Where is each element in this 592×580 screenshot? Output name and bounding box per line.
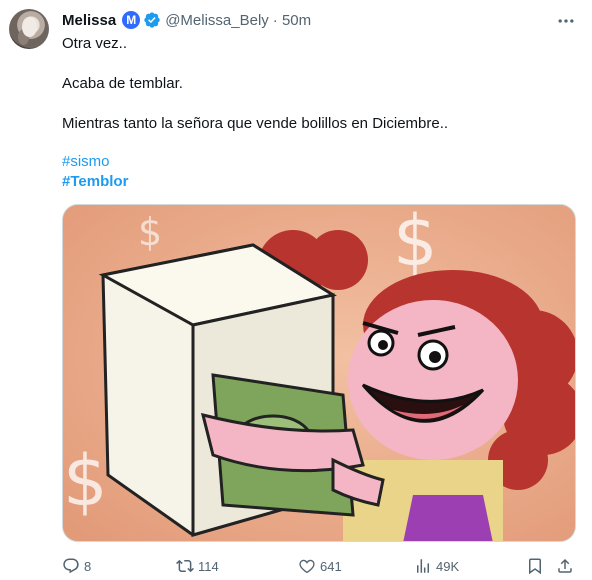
more-horizontal-icon[interactable] — [554, 9, 578, 33]
author-name[interactable]: Melissa — [62, 12, 116, 29]
reply-count: 8 — [84, 558, 92, 574]
svg-text:$: $ — [393, 205, 438, 282]
like-count: 641 — [320, 558, 342, 574]
share-icon — [558, 558, 572, 573]
views-count: 49K — [436, 558, 460, 574]
tweet-line: Mientras tanto la señora que vende bolil… — [62, 115, 449, 132]
repost-count: 114 — [198, 558, 219, 574]
tweet-line: Acaba de temblar. — [62, 75, 183, 92]
verified-checkmark-icon[interactable] — [143, 11, 161, 29]
like-button[interactable]: 641 — [298, 553, 342, 579]
tweet-media-image[interactable]: $ $ $ — [62, 204, 576, 542]
views-button[interactable]: 49K — [414, 553, 459, 579]
repost-icon — [176, 559, 194, 573]
tweet-line: Otra vez.. — [62, 35, 128, 52]
repost-button[interactable]: 114 — [176, 553, 219, 579]
author-handle[interactable]: @Melissa_Bely — [165, 12, 269, 29]
share-button[interactable] — [556, 553, 574, 579]
views-icon — [417, 559, 429, 573]
timestamp[interactable]: · 50m — [273, 12, 311, 29]
bookmark-button[interactable] — [526, 553, 544, 579]
bookmark-icon — [529, 558, 541, 575]
hashtag-link[interactable]: #sismo — [62, 152, 110, 172]
avatar[interactable] — [9, 9, 49, 49]
tweet-card[interactable]: Melissa M @Melissa_Bely · 50m Otra vez..… — [0, 0, 592, 580]
tweet-actions: 8 114 641 49K — [62, 553, 576, 579]
reply-icon — [63, 558, 79, 574]
tweet-header: Melissa M @Melissa_Bely · 50m — [62, 10, 311, 30]
affiliate-badge-icon[interactable]: M — [122, 11, 141, 29]
svg-text:$: $ — [63, 440, 108, 522]
hashtag-link[interactable]: #Temblor — [62, 172, 128, 192]
svg-text:$: $ — [138, 210, 162, 254]
heart-icon — [299, 559, 315, 574]
reply-button[interactable]: 8 — [62, 553, 91, 579]
